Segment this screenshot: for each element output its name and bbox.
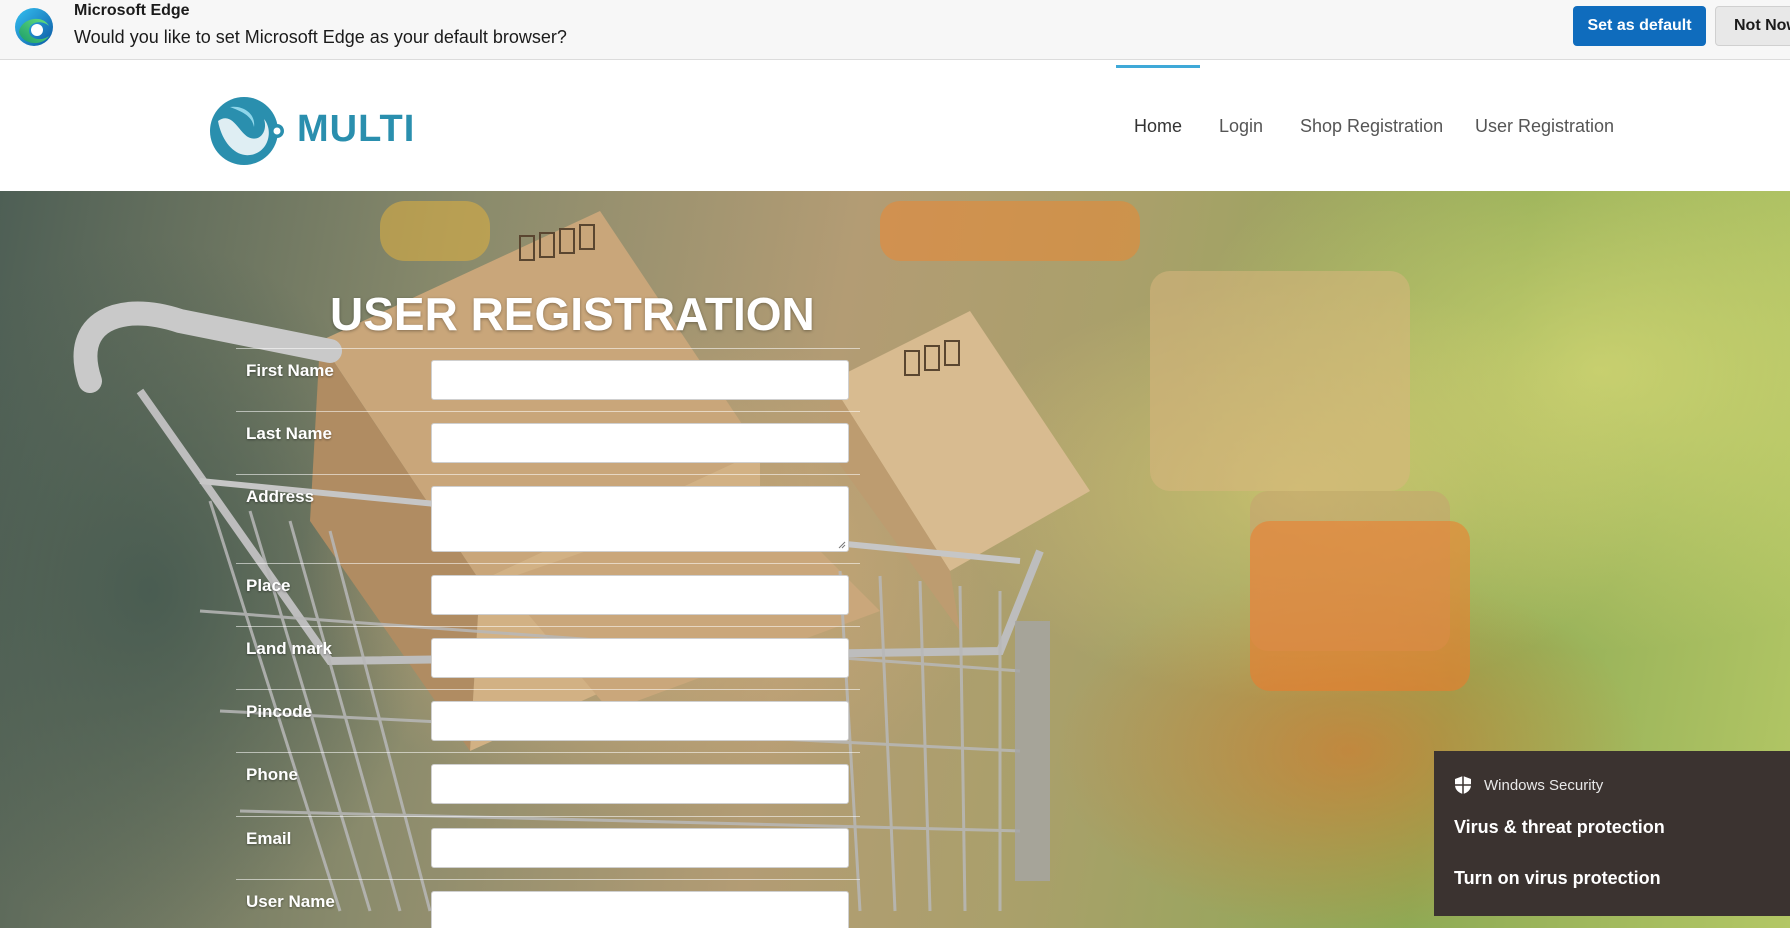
nav-shop-registration[interactable]: Shop Registration: [1300, 116, 1443, 137]
phone-input[interactable]: [431, 764, 849, 804]
brand-logo-icon[interactable]: [208, 91, 286, 169]
landmark-label: Land mark: [246, 639, 332, 658]
set-as-default-button[interactable]: Set as default: [1573, 6, 1706, 46]
email-label: Email: [246, 829, 292, 848]
first-name-input[interactable]: [431, 360, 849, 400]
place-row: Place: [236, 563, 860, 615]
landmark-row: Land mark: [236, 626, 860, 678]
shield-icon: [1455, 776, 1471, 794]
brand-name[interactable]: MULTI: [297, 108, 415, 151]
edge-logo-icon: [15, 8, 53, 46]
first-name-row: First Name: [236, 348, 860, 400]
username-row: User Name: [236, 879, 860, 928]
site-header: MULTI Home Login Shop Registration User …: [0, 64, 1790, 191]
email-input[interactable]: [431, 828, 849, 868]
form-title: USER REGISTRATION: [330, 288, 815, 340]
username-label: User Name: [246, 892, 335, 911]
last-name-input[interactable]: [431, 423, 849, 463]
windows-security-toast[interactable]: Windows Security Virus & threat protecti…: [1434, 751, 1790, 916]
edge-prompt-question: Would you like to set Microsoft Edge as …: [74, 27, 567, 47]
toast-title: Virus & threat protection: [1454, 817, 1665, 837]
username-input[interactable]: [431, 891, 849, 928]
pincode-label: Pincode: [246, 702, 313, 721]
last-name-row: Last Name: [236, 411, 860, 463]
nav-home[interactable]: Home: [1134, 116, 1182, 137]
bottom-strip: [0, 928, 1790, 932]
address-label: Address: [246, 487, 315, 506]
toast-body[interactable]: Turn on virus protection: [1454, 868, 1661, 889]
toast-app-name: Windows Security: [1484, 777, 1604, 794]
edge-prompt-title: Microsoft Edge: [74, 2, 190, 19]
nav-active-indicator: [1116, 65, 1200, 68]
pincode-row: Pincode: [236, 689, 860, 741]
resize-grip-icon[interactable]: [838, 541, 846, 549]
email-row: Email: [236, 816, 860, 868]
address-textarea[interactable]: [431, 486, 849, 552]
phone-row: Phone: [236, 752, 860, 804]
phone-label: Phone: [246, 765, 298, 784]
place-input[interactable]: [431, 575, 849, 615]
nav-user-registration[interactable]: User Registration: [1475, 116, 1614, 137]
not-now-button[interactable]: Not Now: [1715, 6, 1790, 46]
address-row: Address: [236, 474, 860, 552]
landmark-input[interactable]: [431, 638, 849, 678]
last-name-label: Last Name: [246, 424, 332, 443]
place-label: Place: [246, 576, 291, 595]
first-name-label: First Name: [246, 361, 334, 380]
edge-default-browser-bar: Microsoft Edge Would you like to set Mic…: [0, 0, 1790, 60]
nav-login[interactable]: Login: [1219, 116, 1263, 137]
pincode-input[interactable]: [431, 701, 849, 741]
